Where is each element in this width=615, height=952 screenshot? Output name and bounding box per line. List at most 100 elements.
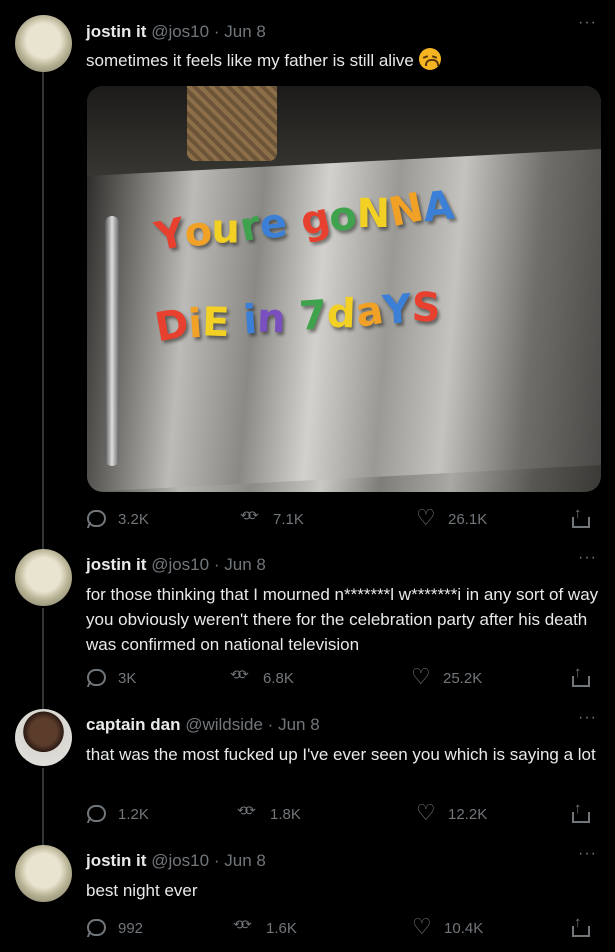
magnet-letter: S <box>410 284 442 332</box>
share-button[interactable] <box>570 505 590 529</box>
tweet[interactable]: jostin it @jos10 · Jun 8 ··· sometimes i… <box>0 0 615 545</box>
magnet-letter: A <box>420 182 457 232</box>
retweet-icon <box>237 803 258 824</box>
tweet-text-content: sometimes it feels like my father is sti… <box>86 51 414 70</box>
magnet-letter: o <box>326 192 359 242</box>
retweet-count: 1.6K <box>266 919 297 937</box>
like-count: 26.1K <box>448 510 488 528</box>
tweet-media-photo[interactable]: Youre goNNA DiE in 7daYS <box>87 86 601 492</box>
magnet-letter: D <box>151 300 193 352</box>
tweet-actions: 3K 6.8K 25.2K <box>86 664 601 692</box>
like-count: 10.4K <box>444 919 484 937</box>
author-handle[interactable]: @wildside <box>185 715 263 734</box>
like-button[interactable]: 10.4K <box>412 914 484 940</box>
tweet-date[interactable]: Jun 8 <box>224 851 266 870</box>
retweet-button[interactable]: 1.6K <box>233 917 297 938</box>
share-button[interactable] <box>570 664 590 688</box>
retweet-button[interactable]: 1.8K <box>237 803 301 824</box>
tweet-actions: 1.2K 1.8K 12.2K <box>86 800 601 828</box>
magnet-letter: e <box>257 200 290 249</box>
author-name[interactable]: jostin it <box>86 555 146 574</box>
share-icon <box>570 800 590 824</box>
tweet-text: best night ever <box>86 881 198 900</box>
tweet[interactable]: jostin it @jos10 · Jun 8 ··· for those t… <box>0 545 615 705</box>
retweet-count: 6.8K <box>263 669 294 687</box>
author-handle[interactable]: @jos10 <box>151 22 209 41</box>
reply-icon <box>86 918 106 938</box>
reply-icon <box>86 668 106 688</box>
share-icon <box>570 505 590 529</box>
tweet-actions: 992 1.6K 10.4K <box>86 914 601 942</box>
reply-count: 1.2K <box>118 805 149 823</box>
reply-count: 3K <box>118 669 137 687</box>
tweet-header: captain dan @wildside · Jun 8 <box>86 715 320 735</box>
author-handle[interactable]: @jos10 <box>151 555 209 574</box>
retweet-button[interactable]: 6.8K <box>230 667 294 688</box>
more-options-icon[interactable]: ··· <box>578 549 597 567</box>
retweet-button[interactable]: 7.1K <box>240 508 304 529</box>
more-options-icon[interactable]: ··· <box>578 14 597 32</box>
reply-button[interactable]: 3K <box>86 668 136 688</box>
disappointed-face-icon <box>418 48 441 70</box>
tweet-date[interactable]: Jun 8 <box>278 715 320 734</box>
separator: · <box>213 22 220 41</box>
reply-icon <box>86 509 106 529</box>
magnet-letter: N <box>356 190 390 237</box>
like-button[interactable]: 26.1K <box>416 505 488 531</box>
author-name[interactable]: captain dan <box>86 715 180 734</box>
fridge-handle <box>105 216 119 466</box>
more-options-icon[interactable]: ··· <box>578 709 597 727</box>
like-count: 25.2K <box>443 669 483 687</box>
tweet-actions: 3.2K 7.1K 26.1K <box>86 505 601 533</box>
tweet-header: jostin it @jos10 · Jun 8 <box>86 555 266 575</box>
like-button[interactable]: 12.2K <box>416 800 488 826</box>
retweet-count: 7.1K <box>273 510 304 528</box>
share-button[interactable] <box>570 800 590 824</box>
tweet-header: jostin it @jos10 · Jun 8 <box>86 851 266 871</box>
heart-icon <box>416 505 436 531</box>
magnet-letter: d <box>326 290 357 338</box>
retweet-icon <box>240 508 261 529</box>
heart-icon <box>416 800 436 826</box>
separator: · <box>267 715 274 734</box>
avatar[interactable] <box>15 549 72 606</box>
tweet-text: sometimes it feels like my father is sti… <box>86 48 601 73</box>
share-button[interactable] <box>570 914 590 938</box>
share-icon <box>570 664 590 688</box>
more-options-icon[interactable]: ··· <box>578 845 597 863</box>
tweet-text: for those thinking that I mourned n*****… <box>86 585 599 654</box>
magnet-letter: o <box>182 207 215 257</box>
avatar[interactable] <box>15 15 72 72</box>
reply-icon <box>86 804 106 824</box>
author-name[interactable]: jostin it <box>86 851 146 870</box>
magnet-letter: Y <box>381 286 414 335</box>
magnet-letter: u <box>211 206 241 253</box>
tweet-date[interactable]: Jun 8 <box>224 22 266 41</box>
author-name[interactable]: jostin it <box>86 22 146 41</box>
avatar[interactable] <box>15 845 72 902</box>
heart-icon <box>412 914 432 940</box>
magnet-letter: 7 <box>297 292 329 340</box>
retweet-count: 1.8K <box>270 805 301 823</box>
heart-icon <box>411 664 431 690</box>
separator: · <box>213 851 220 870</box>
tweet[interactable]: jostin it @jos10 · Jun 8 ··· best night … <box>0 845 615 952</box>
tweet-header: jostin it @jos10 · Jun 8 <box>86 22 266 42</box>
like-count: 12.2K <box>448 805 488 823</box>
reply-count: 3.2K <box>118 510 149 528</box>
tweet[interactable]: captain dan @wildside · Jun 8 ··· that w… <box>0 705 615 845</box>
retweet-icon <box>233 917 254 938</box>
separator: · <box>213 555 220 574</box>
share-icon <box>570 914 590 938</box>
reply-button[interactable]: 992 <box>86 918 143 938</box>
reply-count: 992 <box>118 919 144 937</box>
reply-button[interactable]: 3.2K <box>86 509 149 529</box>
avatar[interactable] <box>15 709 72 766</box>
author-handle[interactable]: @jos10 <box>151 851 209 870</box>
tweet-date[interactable]: Jun 8 <box>224 555 266 574</box>
photo-jar <box>187 86 277 161</box>
tweet-text: that was the most fucked up I've ever se… <box>86 745 596 764</box>
retweet-icon <box>230 667 251 688</box>
reply-button[interactable]: 1.2K <box>86 804 149 824</box>
like-button[interactable]: 25.2K <box>411 664 483 690</box>
